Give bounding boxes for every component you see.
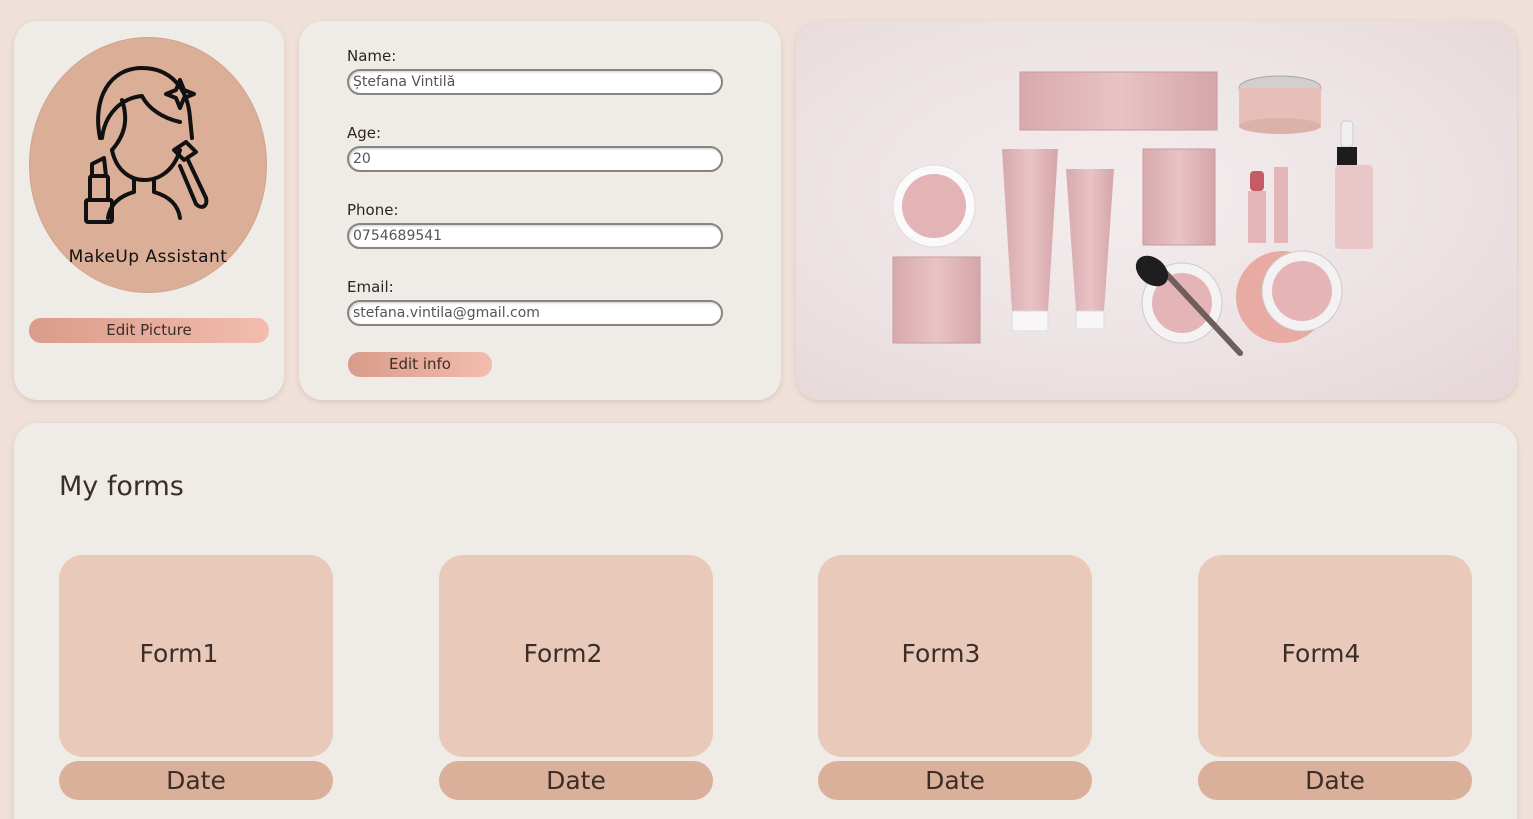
age-label: Age:	[347, 124, 382, 142]
edit-info-button[interactable]: Edit info	[348, 352, 492, 377]
profile-card: MakeUp Assistant Edit Picture	[14, 21, 284, 400]
form-date-4: Date	[1198, 761, 1472, 800]
email-field[interactable]	[347, 300, 723, 326]
cosmetics-flatlay-illustration	[892, 71, 1373, 356]
edit-picture-button[interactable]: Edit Picture	[29, 318, 269, 343]
avatar: MakeUp Assistant	[29, 37, 267, 293]
form-label: Form4	[1281, 639, 1361, 668]
form-tile-4[interactable]: Form4	[1198, 555, 1472, 757]
name-field[interactable]	[347, 69, 723, 95]
form-tile-1[interactable]: Form1	[59, 555, 333, 757]
avatar-caption: MakeUp Assistant	[68, 247, 228, 267]
phone-label: Phone:	[347, 201, 399, 219]
section-title: My forms	[59, 471, 184, 502]
form-date-1: Date	[59, 761, 333, 800]
form-tile-3[interactable]: Form3	[818, 555, 1092, 757]
form-label: Form2	[523, 639, 603, 668]
phone-field[interactable]	[347, 223, 723, 249]
form-date-3: Date	[818, 761, 1092, 800]
age-field[interactable]	[347, 146, 723, 172]
email-label: Email:	[347, 278, 394, 296]
form-label: Form1	[139, 639, 219, 668]
name-label: Name:	[347, 47, 397, 65]
my-forms-section: My forms Form1 Date Form2 Date Form3 Dat…	[14, 423, 1517, 819]
form-tile-2[interactable]: Form2	[439, 555, 713, 757]
form-date-2: Date	[439, 761, 713, 800]
cosmetics-product-image	[796, 21, 1517, 400]
form-label: Form3	[901, 639, 981, 668]
user-info-card: Name: Age: Phone: Email: Edit info	[299, 21, 781, 400]
